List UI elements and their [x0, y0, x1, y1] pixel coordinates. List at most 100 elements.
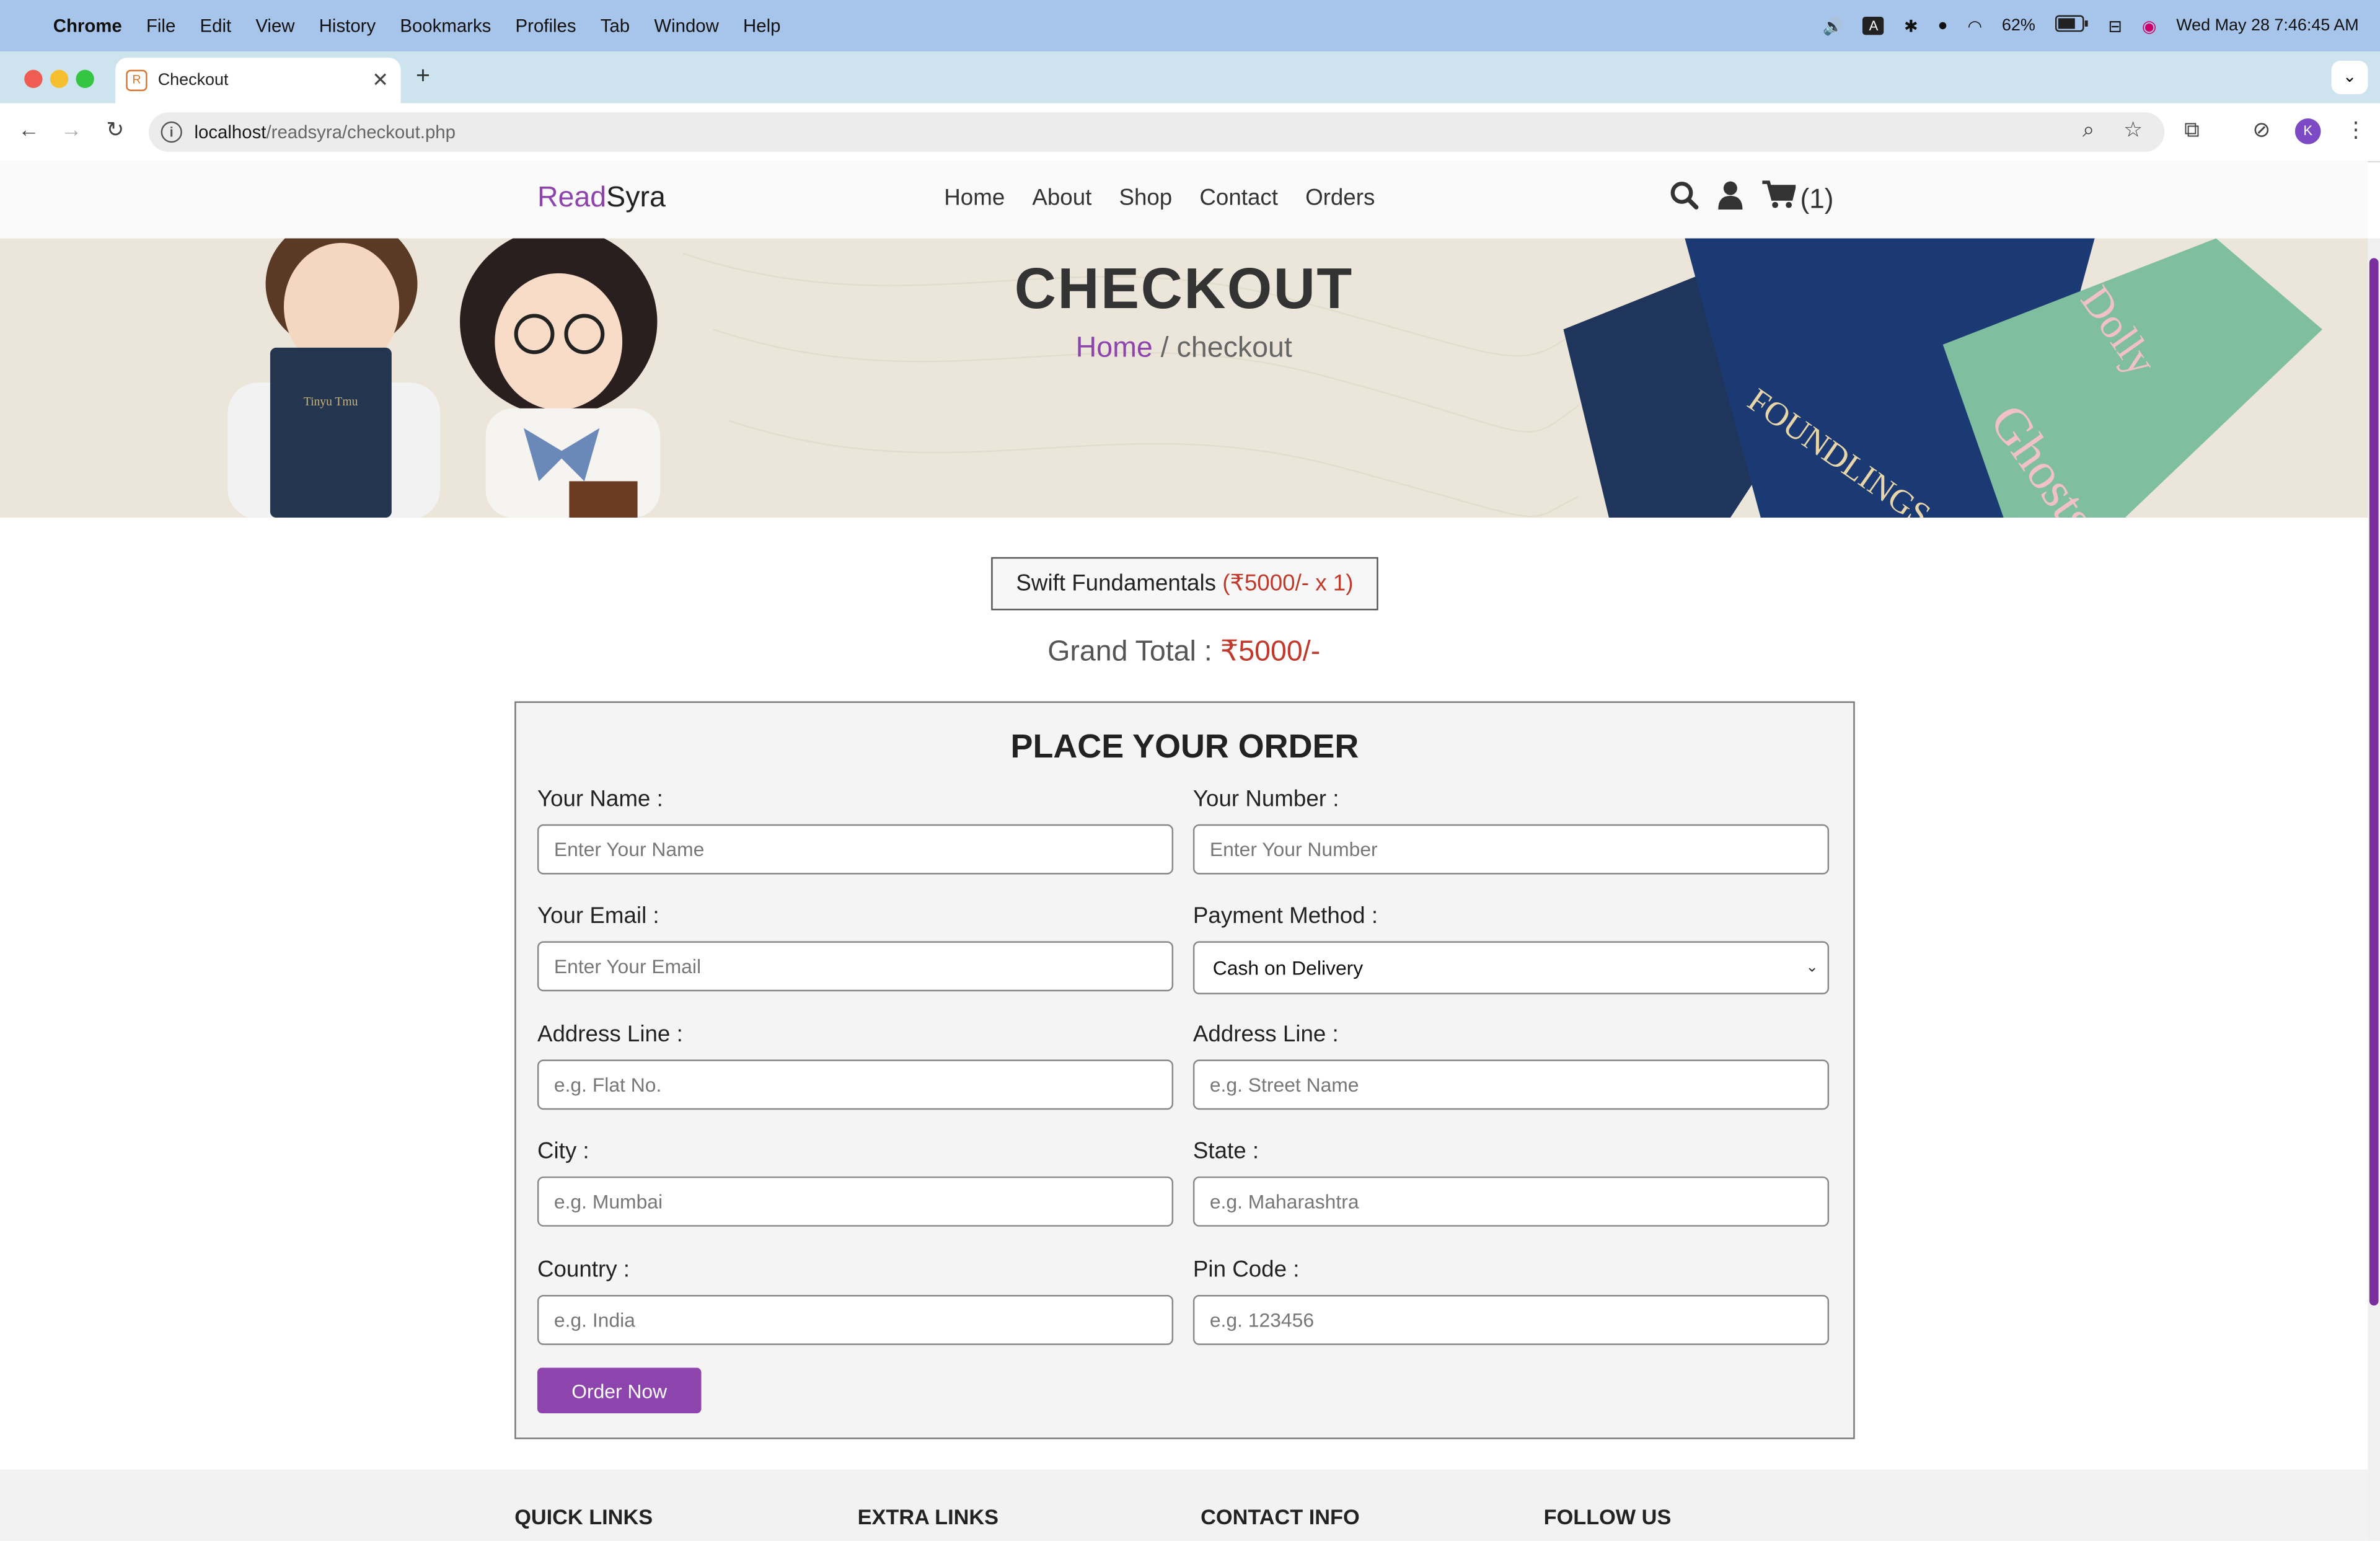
profile-avatar[interactable]: K: [2294, 118, 2321, 144]
grand-total-amount: ₹5000/-: [1220, 636, 1321, 668]
payment-method-label: Payment Method :: [1192, 903, 1378, 929]
macos-menubar: Chrome File Edit View History Bookmarks …: [0, 0, 2380, 52]
main-nav: Home About Shop Contact Orders: [944, 185, 1375, 211]
page-title: CHECKOUT: [1014, 258, 1354, 322]
payment-method-value: Cash on Delivery: [1212, 956, 1364, 979]
chrome-menu-icon[interactable]: ⋮: [2345, 117, 2366, 143]
footer-quick-links-heading: QUICK LINKS: [514, 1504, 653, 1529]
bluetooth-icon[interactable]: ✱: [1904, 16, 1918, 35]
page-scrollbar-thumb[interactable]: [2369, 258, 2379, 1306]
email-label: Your Email :: [537, 903, 659, 929]
cart-count: (1): [1800, 183, 1834, 214]
logo-part-read: Read: [537, 182, 607, 214]
address-line-1-label: Address Line :: [537, 1022, 683, 1048]
cart-icon: [1762, 180, 1797, 217]
window-close-button[interactable]: [24, 69, 43, 89]
form-title: PLACE YOUR ORDER: [1010, 727, 1359, 766]
pin-code-input[interactable]: [1192, 1294, 1830, 1345]
wifi-icon[interactable]: ◠: [1968, 16, 1983, 35]
reload-button[interactable]: ↻: [106, 117, 124, 143]
number-label: Your Number :: [1192, 786, 1339, 813]
tab-checkout[interactable]: R Checkout ✕: [115, 58, 401, 104]
window-minimize-button[interactable]: [50, 69, 69, 89]
pin-code-label: Pin Code :: [1192, 1256, 1300, 1283]
site-favicon-icon: R: [126, 69, 148, 91]
menu-bookmarks[interactable]: Bookmarks: [388, 15, 503, 36]
status-area: 🔊 A ✱ ● ◠ 62% ⊟ ◉ Wed May 28 7:46:45 AM: [1822, 0, 2359, 51]
state-input[interactable]: [1192, 1176, 1830, 1227]
cart-link[interactable]: (1): [1762, 180, 1833, 217]
nav-shop[interactable]: Shop: [1119, 185, 1172, 211]
menu-profiles[interactable]: Profiles: [503, 15, 588, 36]
siri-icon[interactable]: ◉: [2142, 16, 2157, 35]
breadcrumb-home-link[interactable]: Home: [1076, 332, 1153, 364]
url-path: /readsyra/checkout.php: [266, 121, 456, 143]
menubar-clock[interactable]: Wed May 28 7:46:45 AM: [2176, 17, 2359, 35]
keyboard-input-icon[interactable]: A: [1862, 16, 1885, 35]
chevron-down-icon: ⌄: [1805, 959, 1818, 976]
city-label: City :: [537, 1138, 589, 1165]
header-icons: (1): [1670, 180, 1833, 217]
site-footer: [0, 1469, 2368, 1541]
search-icon[interactable]: [1670, 180, 1699, 217]
name-label: Your Name :: [537, 786, 663, 813]
number-input[interactable]: [1192, 824, 1830, 875]
extensions-icon[interactable]: ⧉: [2184, 117, 2199, 143]
address-bar[interactable]: i localhost/readsyra/checkout.php: [149, 112, 2165, 152]
country-label: Country :: [537, 1256, 630, 1283]
address-line-1-input[interactable]: [537, 1059, 1174, 1110]
site-logo[interactable]: ReadSyra: [537, 182, 666, 216]
breadcrumb-current: checkout: [1176, 332, 1292, 364]
tab-title: Checkout: [157, 71, 229, 90]
sync-icon[interactable]: ⊘: [2252, 117, 2270, 143]
nav-contact[interactable]: Contact: [1199, 185, 1278, 211]
nav-orders[interactable]: Orders: [1305, 185, 1375, 211]
nav-home[interactable]: Home: [944, 185, 1005, 211]
svg-text:Tinyu Tmu: Tinyu Tmu: [304, 395, 358, 408]
forward-button[interactable]: →: [61, 117, 82, 141]
order-now-button[interactable]: Order Now: [537, 1367, 702, 1414]
name-input[interactable]: [537, 824, 1174, 875]
cart-item-summary: Swift Fundamentals (₹5000/- x 1): [991, 557, 1378, 611]
menu-app-name[interactable]: Chrome: [41, 15, 134, 36]
payment-method-select[interactable]: Cash on Delivery ⌄: [1192, 941, 1830, 995]
control-center-icon[interactable]: ⊟: [2108, 16, 2122, 35]
logo-part-syra: Syra: [606, 182, 666, 214]
battery-icon[interactable]: [2055, 15, 2089, 36]
tab-search-button[interactable]: ⌄: [2331, 60, 2368, 94]
address-line-2-input[interactable]: [1192, 1059, 1830, 1110]
url-host: localhost: [194, 121, 267, 143]
site-info-icon[interactable]: i: [161, 121, 182, 143]
zoom-icon[interactable]: ⌕: [2082, 117, 2094, 143]
email-input[interactable]: [537, 941, 1174, 992]
new-tab-button[interactable]: +: [416, 64, 430, 91]
tab-close-icon[interactable]: ✕: [372, 68, 389, 92]
menu-window[interactable]: Window: [642, 15, 731, 36]
breadcrumb: Home / checkout: [0, 332, 2368, 366]
footer-follow-us-heading: FOLLOW US: [1543, 1504, 1672, 1529]
window-zoom-button[interactable]: [76, 69, 94, 89]
menu-file[interactable]: File: [134, 15, 188, 36]
country-input[interactable]: [537, 1294, 1174, 1345]
battery-percent: 62%: [2001, 16, 2035, 35]
menu-help[interactable]: Help: [731, 15, 793, 36]
footer-contact-info-heading: CONTACT INFO: [1201, 1504, 1360, 1529]
breadcrumb-separator: /: [1152, 332, 1177, 364]
address-line-2-label: Address Line :: [1192, 1022, 1339, 1048]
menu-history[interactable]: History: [307, 15, 388, 36]
user-icon[interactable]: ●: [1937, 17, 1947, 35]
bookmark-star-icon[interactable]: ☆: [2123, 117, 2143, 143]
back-button[interactable]: ←: [18, 117, 39, 141]
menu-tab[interactable]: Tab: [588, 15, 642, 36]
footer-extra-links-heading: EXTRA LINKS: [857, 1504, 999, 1529]
cart-item-name: Swift Fundamentals: [1016, 570, 1217, 597]
city-input[interactable]: [537, 1176, 1174, 1227]
volume-icon[interactable]: 🔊: [1822, 16, 1843, 35]
menu-edit[interactable]: Edit: [188, 15, 244, 36]
screen: Chrome File Edit View History Bookmarks …: [0, 0, 2380, 1541]
menu-view[interactable]: View: [244, 15, 307, 36]
user-icon[interactable]: [1717, 180, 1744, 217]
cart-item-price: (₹5000/- x 1): [1222, 570, 1354, 597]
state-label: State :: [1192, 1138, 1259, 1165]
nav-about[interactable]: About: [1032, 185, 1091, 211]
